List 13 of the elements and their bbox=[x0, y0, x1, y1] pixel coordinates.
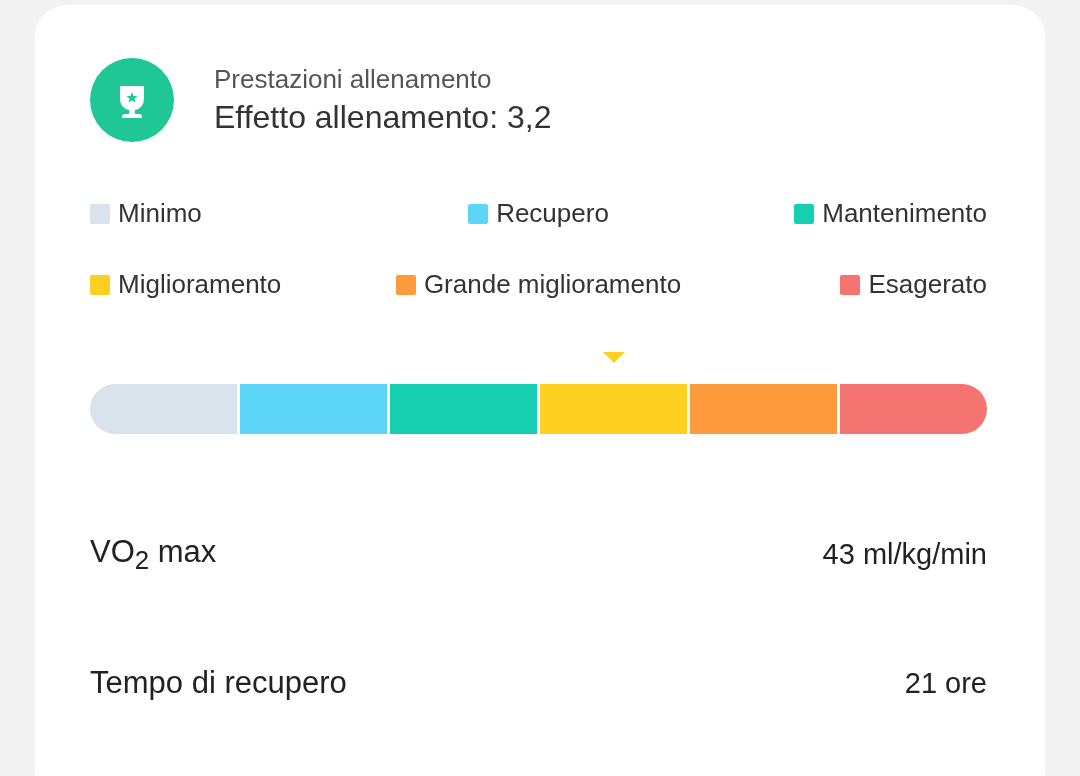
metric-label: VO$_{2}$ max bbox=[90, 534, 217, 576]
metric-value: 21 ore bbox=[904, 666, 987, 700]
legend-label: Miglioramento bbox=[118, 269, 282, 300]
metric-value: 43 ml/kg/min bbox=[822, 538, 987, 572]
metric-label: Tempo di recupero bbox=[90, 665, 347, 702]
legend-label: Recupero bbox=[496, 198, 609, 229]
legend-label: Minimo bbox=[118, 198, 202, 229]
card-title: Prestazioni allenamento bbox=[214, 64, 493, 95]
trophy-icon bbox=[90, 58, 174, 142]
legend-label: Grande miglioramento bbox=[423, 269, 682, 300]
training-effect-value: Effetto allenamento: 3,2 bbox=[214, 99, 552, 136]
legend-label: Mantenimento bbox=[822, 198, 987, 229]
legend-label: Esagerato bbox=[868, 269, 987, 300]
